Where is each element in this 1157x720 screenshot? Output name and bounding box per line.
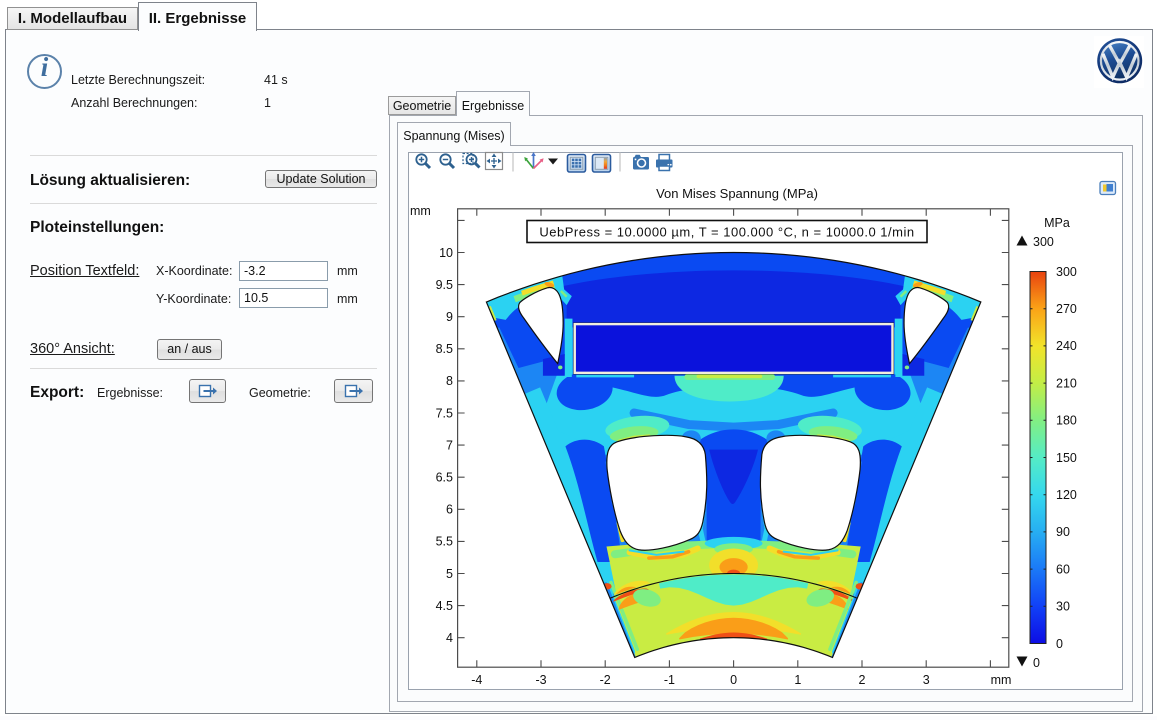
svg-text:150: 150 xyxy=(1056,451,1077,465)
svg-text:5: 5 xyxy=(446,567,453,581)
svg-text:300: 300 xyxy=(1033,235,1054,249)
svg-text:-4: -4 xyxy=(471,673,482,687)
svg-text:5.5: 5.5 xyxy=(436,535,453,549)
svg-text:1: 1 xyxy=(794,673,801,687)
svg-text:0: 0 xyxy=(1033,656,1040,670)
svg-text:9.5: 9.5 xyxy=(436,278,453,292)
svg-text:2: 2 xyxy=(859,673,866,687)
svg-text:300: 300 xyxy=(1056,265,1077,279)
svg-text:210: 210 xyxy=(1056,376,1077,390)
svg-text:7.5: 7.5 xyxy=(436,406,453,420)
svg-text:4: 4 xyxy=(446,631,453,645)
svg-text:8: 8 xyxy=(446,374,453,388)
svg-text:UebPress = 10.0000 µm, T = 100: UebPress = 10.0000 µm, T = 100.000 °C, n… xyxy=(539,225,914,240)
svg-text:mm: mm xyxy=(410,204,431,218)
svg-text:8.5: 8.5 xyxy=(436,342,453,356)
svg-text:30: 30 xyxy=(1056,600,1070,614)
svg-text:-2: -2 xyxy=(600,673,611,687)
svg-text:9: 9 xyxy=(446,310,453,324)
svg-text:240: 240 xyxy=(1056,339,1077,353)
svg-text:0: 0 xyxy=(730,673,737,687)
svg-text:4.5: 4.5 xyxy=(436,599,453,613)
svg-text:7: 7 xyxy=(446,438,453,452)
svg-text:0: 0 xyxy=(1056,637,1063,651)
svg-text:6.5: 6.5 xyxy=(436,471,453,485)
svg-text:270: 270 xyxy=(1056,302,1077,316)
svg-text:180: 180 xyxy=(1056,414,1077,428)
svg-text:10: 10 xyxy=(439,246,453,260)
svg-text:3: 3 xyxy=(923,673,930,687)
svg-text:60: 60 xyxy=(1056,562,1070,576)
svg-text:Von Mises Spannung (MPa): Von Mises Spannung (MPa) xyxy=(656,186,818,201)
svg-text:-3: -3 xyxy=(535,673,546,687)
svg-text:-1: -1 xyxy=(664,673,675,687)
svg-text:mm: mm xyxy=(991,673,1012,687)
svg-text:MPa: MPa xyxy=(1044,216,1070,230)
svg-text:90: 90 xyxy=(1056,525,1070,539)
svg-text:6: 6 xyxy=(446,503,453,517)
svg-text:120: 120 xyxy=(1056,488,1077,502)
